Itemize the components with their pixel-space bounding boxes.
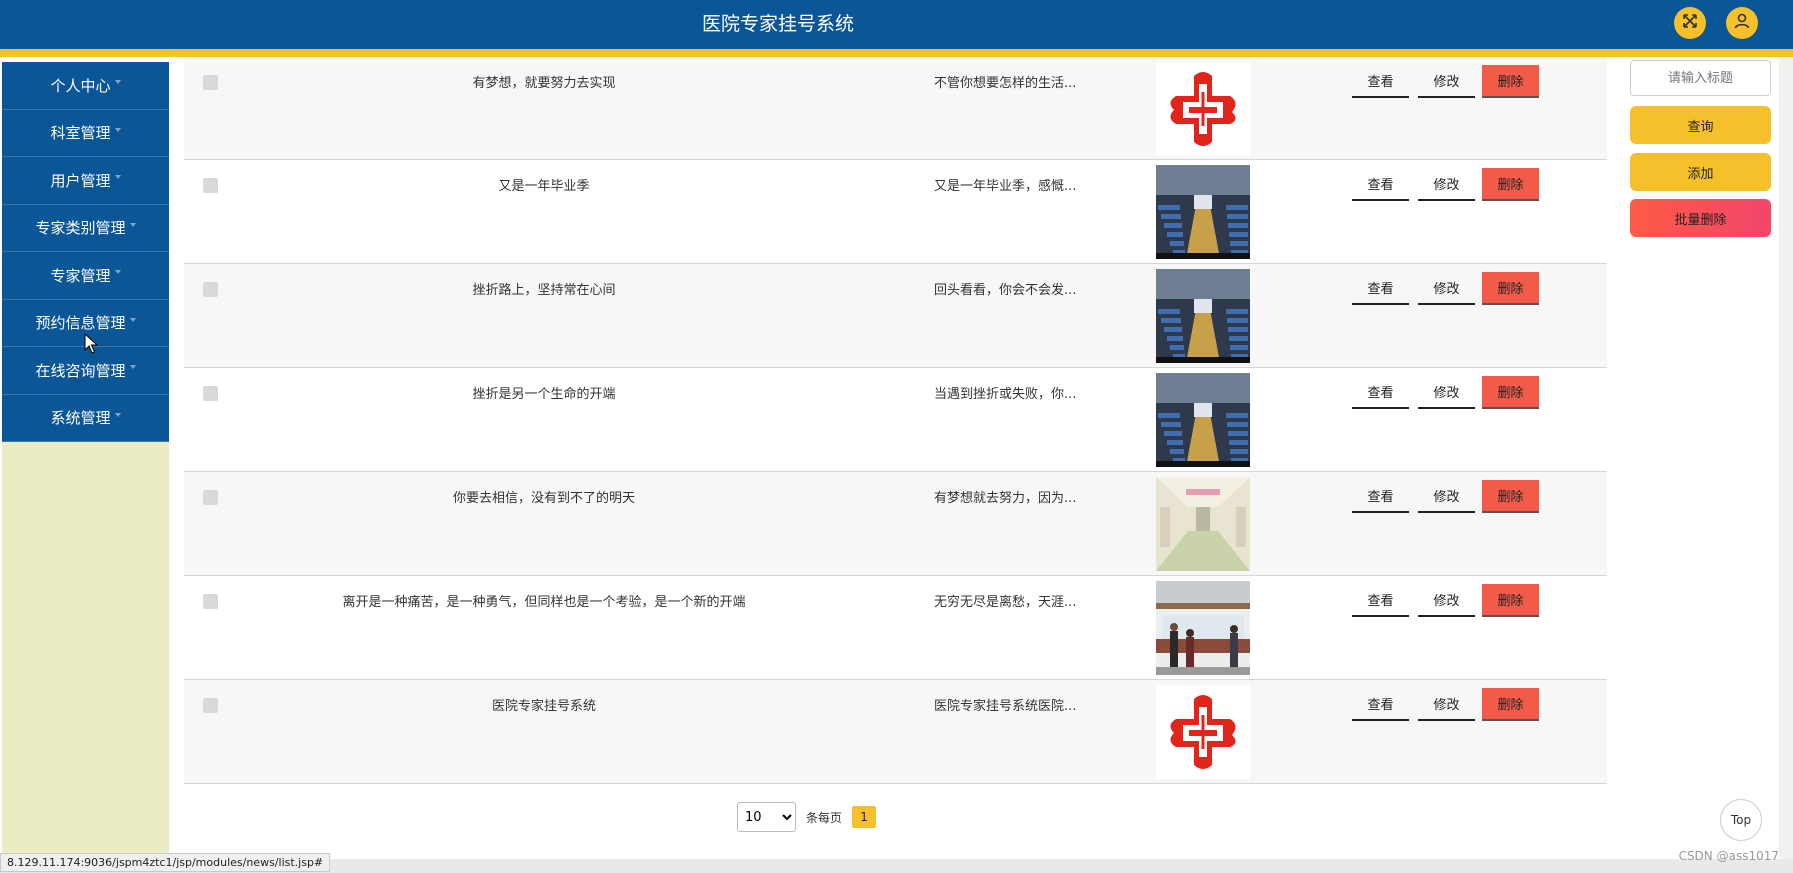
caret-down-icon (129, 365, 136, 370)
news-table: 有梦想，就要努力去实现 不管你想要怎样的生活... 查看 修改 删除 又是一年毕业季 又是一… (184, 57, 1607, 784)
row-checkbox[interactable] (203, 594, 218, 609)
sidebar-item-label: 个人中心 (50, 76, 111, 95)
pagination: 10 条每页 1 (737, 802, 877, 832)
row-image (1156, 373, 1250, 467)
view-button[interactable]: 查看 (1352, 376, 1409, 409)
view-button[interactable]: 查看 (1352, 65, 1409, 98)
view-button[interactable]: 查看 (1352, 584, 1409, 617)
page-number-1[interactable]: 1 (852, 806, 877, 828)
delete-button[interactable]: 删除 (1482, 168, 1539, 201)
caret-down-icon (114, 127, 121, 132)
expand-icon (1681, 12, 1699, 34)
row-intro: 医院专家挂号系统医院... (934, 699, 1077, 714)
table-row: 挫折是另一个生命的开端 当遇到挫折或失败，你... 查看 修改 删除 (184, 368, 1607, 472)
sidebar-item-label: 预约信息管理 (35, 314, 126, 333)
delete-button[interactable]: 删除 (1482, 480, 1539, 513)
per-page-label: 条每页 (806, 810, 843, 825)
row-intro: 无穷无尽是离愁，天涯... (934, 595, 1077, 610)
app-title: 医院专家挂号系统 (701, 13, 854, 35)
table-row: 有梦想，就要努力去实现 不管你想要怎样的生活... 查看 修改 删除 (184, 57, 1607, 160)
sidebar-item-personal-center[interactable]: 个人中心 (2, 62, 169, 110)
mouse-cursor-icon (84, 333, 98, 354)
delete-button[interactable]: 删除 (1482, 65, 1539, 98)
row-image (1156, 581, 1250, 675)
sidebar-item-label: 专家管理 (50, 266, 111, 285)
sidebar-item-label: 专家类别管理 (35, 219, 126, 238)
sidebar-item-users[interactable]: 用户管理 (2, 157, 169, 205)
row-title: 医院专家挂号系统 (491, 699, 596, 714)
row-checkbox[interactable] (203, 698, 218, 713)
fullscreen-button[interactable] (1674, 7, 1706, 39)
sidebar: 个人中心 科室管理 用户管理 专家类别管理 专家管理 预约信息管理 在线咨询管理… (2, 62, 169, 862)
table-row: 挫折路上，坚持常在心间 回头看看，你会不会发... 查看 修改 删除 (184, 264, 1607, 368)
sidebar-item-label: 在线咨询管理 (35, 361, 126, 380)
table-row: 你要去相信，没有到不了的明天 有梦想就去努力，因为... 查看 修改 删除 (184, 472, 1607, 576)
table-row: 离开是一种痛苦，是一种勇气，但同样也是一个考验，是一个新的开端 无穷无尽是离愁，天… (184, 576, 1607, 680)
delete-button[interactable]: 删除 (1482, 688, 1539, 721)
row-intro: 回头看看，你会不会发... (934, 283, 1077, 298)
row-intro: 又是一年毕业季，感慨... (934, 179, 1077, 194)
caret-down-icon (129, 317, 136, 322)
row-image (1156, 477, 1250, 571)
row-title: 你要去相信，没有到不了的明天 (452, 491, 635, 506)
row-title: 挫折路上，坚持常在心间 (472, 283, 616, 298)
caret-down-icon (114, 270, 121, 275)
sidebar-item-experts[interactable]: 专家管理 (2, 252, 169, 300)
row-checkbox[interactable] (203, 386, 218, 401)
browser-status-bar: 8.129.11.174:9036/jspm4ztc1/jsp/modules/… (0, 853, 331, 872)
user-icon (1733, 12, 1751, 34)
sidebar-item-expert-category[interactable]: 专家类别管理 (2, 204, 169, 252)
batch-delete-button[interactable]: 批量删除 (1630, 199, 1771, 237)
edit-button[interactable]: 修改 (1418, 376, 1475, 409)
row-intro: 当遇到挫折或失败，你... (934, 387, 1077, 402)
back-to-top-button[interactable]: Top (1720, 799, 1762, 841)
sidebar-item-label: 用户管理 (50, 171, 111, 190)
caret-down-icon (114, 175, 121, 180)
edit-button[interactable]: 修改 (1418, 688, 1475, 721)
query-button[interactable]: 查询 (1630, 106, 1771, 144)
row-intro: 不管你想要怎样的生活... (934, 76, 1077, 91)
edit-button[interactable]: 修改 (1418, 584, 1475, 617)
top-header: 医院专家挂号系统 (0, 0, 1793, 57)
edit-button[interactable]: 修改 (1418, 272, 1475, 305)
view-button[interactable]: 查看 (1352, 168, 1409, 201)
row-image (1156, 165, 1250, 259)
view-button[interactable]: 查看 (1352, 688, 1409, 721)
row-intro: 有梦想就去努力，因为... (934, 491, 1077, 506)
delete-button[interactable]: 删除 (1482, 272, 1539, 305)
vertical-scrollbar[interactable] (1779, 57, 1793, 859)
row-title: 又是一年毕业季 (498, 179, 590, 194)
caret-down-icon (114, 80, 121, 85)
row-checkbox[interactable] (203, 75, 218, 90)
caret-down-icon (114, 412, 121, 417)
user-button[interactable] (1726, 7, 1758, 39)
row-image (1156, 62, 1250, 156)
edit-button[interactable]: 修改 (1418, 480, 1475, 513)
row-checkbox[interactable] (203, 178, 218, 193)
edit-button[interactable]: 修改 (1418, 168, 1475, 201)
row-image (1156, 685, 1250, 779)
edit-button[interactable]: 修改 (1418, 65, 1475, 98)
row-checkbox[interactable] (203, 282, 218, 297)
caret-down-icon (129, 222, 136, 227)
row-title: 离开是一种痛苦，是一种勇气，但同样也是一个考验，是一个新的开端 (342, 595, 746, 610)
row-image (1156, 269, 1250, 363)
sidebar-item-label: 系统管理 (50, 409, 111, 428)
add-button[interactable]: 添加 (1630, 153, 1771, 191)
sidebar-item-system[interactable]: 系统管理 (2, 394, 169, 442)
watermark: CSDN @ass1017 (1678, 849, 1779, 863)
sidebar-item-label: 科室管理 (50, 124, 111, 143)
delete-button[interactable]: 删除 (1482, 584, 1539, 617)
delete-button[interactable]: 删除 (1482, 376, 1539, 409)
sidebar-item-department[interactable]: 科室管理 (2, 109, 169, 157)
row-title: 有梦想，就要努力去实现 (472, 76, 616, 91)
page-size-select[interactable]: 10 (737, 802, 796, 832)
view-button[interactable]: 查看 (1352, 272, 1409, 305)
title-search-input[interactable] (1630, 60, 1771, 96)
table-row: 医院专家挂号系统 医院专家挂号系统医院... 查看 修改 删除 (184, 680, 1607, 784)
view-button[interactable]: 查看 (1352, 480, 1409, 513)
row-checkbox[interactable] (203, 490, 218, 505)
table-row: 又是一年毕业季 又是一年毕业季，感慨... 查看 修改 删除 (184, 160, 1607, 264)
row-title: 挫折是另一个生命的开端 (472, 387, 616, 402)
